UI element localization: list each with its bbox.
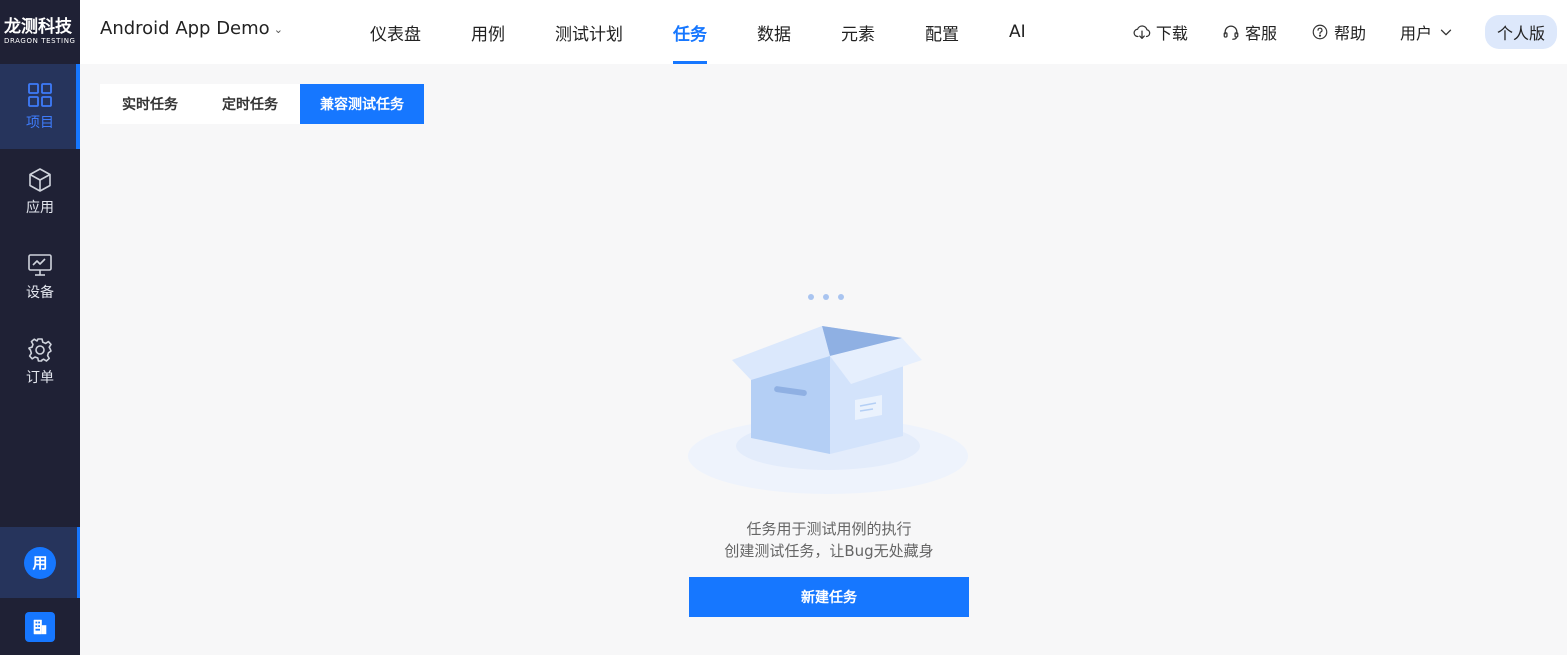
left-sidebar: 龙测科技 DRAGON TESTING 项目 应用 设备 订单 用 [0, 0, 80, 655]
header-tools: 下载 客服 帮助 用户 个人版 [1099, 0, 1557, 64]
tab-ai[interactable]: AI [1009, 0, 1026, 64]
grid-icon [28, 82, 52, 107]
sidebar-item-project[interactable]: 项目 [0, 64, 80, 149]
sidebar-item-order[interactable]: 订单 [0, 319, 80, 404]
top-header: Android App Demo ⌄ 仪表盘 用例 测试计划 任务 数据 元素 … [80, 0, 1567, 64]
sidebar-item-label: 订单 [26, 369, 54, 386]
help-icon [1312, 24, 1328, 40]
sidebar-item-device[interactable]: 设备 [0, 234, 80, 319]
subtab-realtime[interactable]: 实时任务 [100, 84, 200, 124]
download-button[interactable]: 下载 [1133, 20, 1188, 44]
tab-data[interactable]: 数据 [757, 0, 791, 64]
task-type-tabs: 实时任务 定时任务 兼容测试任务 [100, 84, 424, 124]
gear-icon [28, 337, 52, 362]
support-button[interactable]: 客服 [1222, 20, 1277, 44]
cube-icon [29, 167, 51, 192]
empty-state: 任务用于测试用例的执行 创建测试任务，让Bug无处藏身 新建任务 [688, 288, 970, 617]
user-menu[interactable]: 用户 [1400, 20, 1455, 44]
user-block[interactable]: 用 [0, 527, 80, 598]
avatar[interactable]: 用 [24, 546, 56, 579]
empty-text-line1: 任务用于测试用例的执行 [746, 520, 912, 538]
main-content: 实时任务 定时任务 兼容测试任务 任务用于测试用例的执行 创建测试任务，让Bug… [80, 64, 1567, 655]
chevron-down-icon [1440, 29, 1452, 36]
sidebar-item-label: 设备 [26, 284, 54, 301]
project-selector[interactable]: Android App Demo ⌄ [100, 18, 283, 39]
tab-tasks[interactable]: 任务 [673, 0, 707, 64]
empty-box-illustration [688, 294, 968, 494]
sidebar-bottom: 用 [0, 527, 80, 655]
monitor-icon [28, 253, 52, 276]
tab-elements[interactable]: 元素 [841, 0, 875, 64]
help-button[interactable]: 帮助 [1311, 20, 1366, 44]
building-icon[interactable] [25, 611, 55, 642]
user-menu-label: 用户 [1399, 24, 1432, 43]
sidebar-item-label: 应用 [26, 199, 54, 216]
subtab-compatibility[interactable]: 兼容测试任务 [300, 84, 424, 124]
project-name: Android App Demo [100, 18, 270, 39]
support-label: 客服 [1244, 24, 1277, 43]
tab-config[interactable]: 配置 [925, 0, 959, 64]
brand-logo-en: DRAGON TESTING [4, 37, 76, 45]
tab-cases[interactable]: 用例 [471, 0, 505, 64]
brand-logo-cn: 龙测科技 [4, 17, 72, 37]
main-nav: 仪表盘 用例 测试计划 任务 数据 元素 配置 AI [370, 0, 1076, 64]
sidebar-item-app[interactable]: 应用 [0, 149, 80, 234]
help-label: 帮助 [1333, 24, 1366, 43]
edition-badge[interactable]: 个人版 [1484, 15, 1557, 49]
empty-text-line2: 创建测试任务，让Bug无处藏身 [724, 542, 934, 560]
tab-dashboard[interactable]: 仪表盘 [370, 0, 421, 64]
headset-icon [1223, 25, 1239, 40]
sidebar-item-label: 项目 [26, 114, 54, 131]
brand-logo[interactable]: 龙测科技 DRAGON TESTING [0, 0, 80, 64]
new-task-button[interactable]: 新建任务 [689, 577, 969, 617]
tab-test-plans[interactable]: 测试计划 [555, 0, 623, 64]
chevron-down-icon: ⌄ [273, 23, 283, 36]
cloud-download-icon [1133, 25, 1151, 39]
subtab-scheduled[interactable]: 定时任务 [200, 84, 300, 124]
org-block[interactable] [0, 598, 80, 655]
download-label: 下载 [1155, 24, 1188, 43]
